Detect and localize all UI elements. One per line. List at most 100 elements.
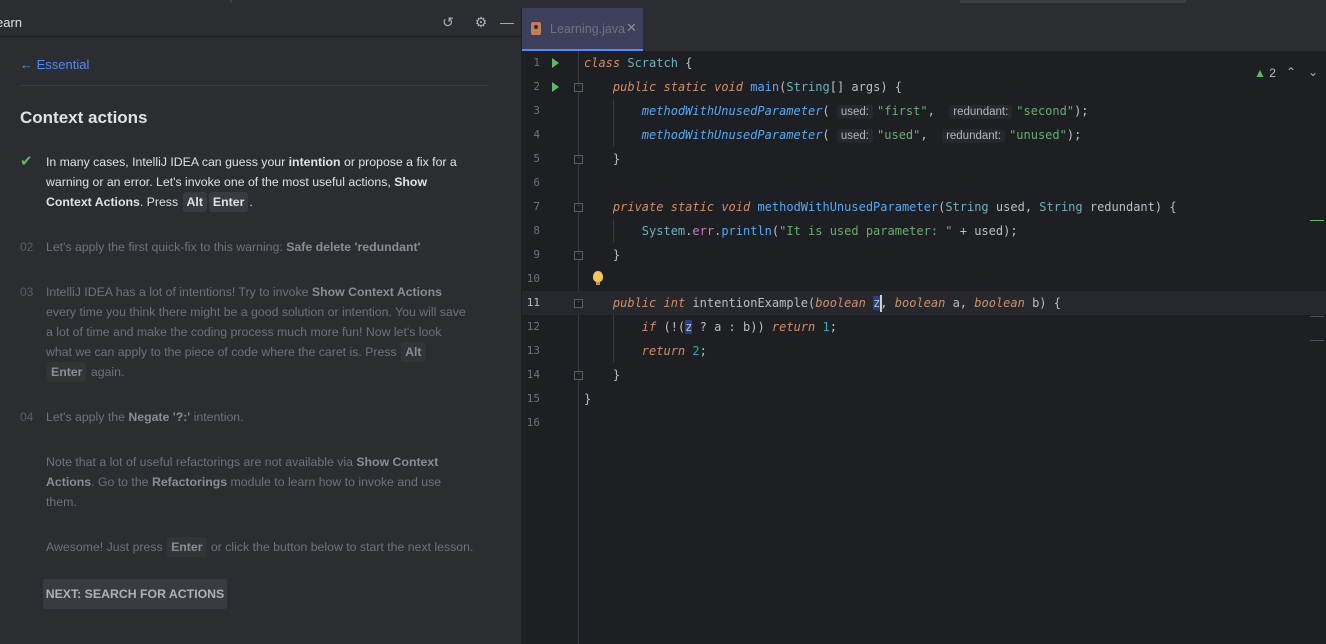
run-icon[interactable] xyxy=(552,58,559,68)
lightbulb-icon[interactable] xyxy=(593,271,603,285)
code-line[interactable]: 12 if (!(z ? a : b)) return 1; xyxy=(522,315,1326,339)
code-token: return xyxy=(641,344,686,358)
reset-icon[interactable]: ↺ xyxy=(439,13,457,31)
step-text: again. xyxy=(87,365,125,379)
code-text: } xyxy=(584,248,621,262)
code-text: return 2; xyxy=(641,344,707,358)
step-bold: Refactorings xyxy=(151,475,228,489)
lesson-step-1: ✔ In many cases, IntelliJ IDEA can guess… xyxy=(20,152,466,212)
checkmark-icon: ✔ xyxy=(20,153,33,170)
line-number: 8 xyxy=(533,224,540,237)
fold-icon[interactable]: - xyxy=(574,83,583,92)
close-icon[interactable]: ✕ xyxy=(626,20,637,36)
fold-icon[interactable]: - xyxy=(574,251,583,260)
code-line[interactable]: 13 return 2; xyxy=(522,339,1326,363)
lesson-step-4: 04 Let's apply the Negate '?:' intention… xyxy=(20,407,466,427)
code-token: class xyxy=(584,56,621,70)
code-line[interactable]: 5 - } xyxy=(522,147,1326,171)
step-text: Let's apply the xyxy=(46,410,129,424)
header-separator xyxy=(20,85,488,86)
code-token: z xyxy=(873,296,881,310)
code-token: static xyxy=(663,80,707,94)
step-bold: intention xyxy=(288,155,341,169)
java-file-icon xyxy=(531,22,541,35)
code-line[interactable]: 8 System.err.println("It is used paramet… xyxy=(522,219,1326,243)
step-number: 03 xyxy=(20,285,34,299)
step-text: . Press xyxy=(139,195,182,209)
editor-tab-bar: Learning.java ✕ xyxy=(522,8,1326,52)
line-number: 10 xyxy=(526,272,540,285)
run-icon[interactable] xyxy=(552,82,559,92)
code-line[interactable]: 2 - public static void main(String[] arg… xyxy=(522,75,1326,99)
learn-panel: earn ↺ ⚙ — ← Essential Context actions ✔… xyxy=(0,8,521,644)
code-token: used xyxy=(995,200,1025,214)
code-token: boolean xyxy=(974,296,1025,310)
code-token: methodWithUnusedParameter xyxy=(757,200,939,214)
code-text: if (!(z ? a : b)) return 1; xyxy=(641,320,837,334)
step-text: intention. xyxy=(190,410,244,424)
code-line[interactable]: 15 } xyxy=(522,387,1326,411)
code-token: String xyxy=(945,200,989,214)
lesson-complete-text: Awesome! Just press Enter or click the b… xyxy=(46,537,486,557)
code-line[interactable]: 14 - } xyxy=(522,363,1326,387)
code-token: return xyxy=(771,320,816,334)
fold-icon[interactable]: - xyxy=(574,203,583,212)
code-line[interactable]: 3 methodWithUnusedParameter( used: "first… xyxy=(522,99,1326,123)
code-token: "unused" xyxy=(1009,128,1067,142)
code-line[interactable]: 7 - private static void methodWithUnused… xyxy=(522,195,1326,219)
line-number: 6 xyxy=(533,176,540,189)
tab-learning-java[interactable]: Learning.java ✕ xyxy=(522,8,643,51)
code-token: err xyxy=(692,224,715,238)
code-line[interactable]: 10 xyxy=(522,267,1326,291)
code-editor[interactable]: Learning.java ✕ ▲ 2 ⌃ ⌄ 1 class Scratch … xyxy=(522,8,1326,644)
code-text: methodWithUnusedParameter( used: "first",… xyxy=(641,104,1089,119)
line-number: 7 xyxy=(533,200,540,213)
code-token: methodWithUnusedParameter xyxy=(641,128,823,142)
code-line[interactable]: 9 - } xyxy=(522,243,1326,267)
parameter-hint: redundant: xyxy=(949,105,1013,119)
step-text: or click the button below to start the n… xyxy=(207,540,474,554)
code-token: int xyxy=(663,296,686,310)
fold-icon[interactable]: - xyxy=(574,371,583,380)
next-lesson-button[interactable]: NEXT: SEARCH FOR ACTIONS xyxy=(43,579,227,609)
step-bold: Negate '?:' xyxy=(128,410,191,424)
code-token: 1 xyxy=(822,320,830,334)
line-number: 16 xyxy=(526,416,540,429)
back-link[interactable]: ← Essential xyxy=(20,57,89,72)
step-text: . Go to the xyxy=(91,475,152,489)
code-text: methodWithUnusedParameter( used: "used", … xyxy=(641,128,1082,143)
code-token: "first" xyxy=(877,104,928,118)
code-text: } xyxy=(584,392,592,406)
code-text: public static void main(String[] args) { xyxy=(612,80,903,94)
code-text: System.err.println("It is used parameter… xyxy=(641,224,1018,238)
code-token: String xyxy=(1039,200,1083,214)
line-number: 13 xyxy=(526,344,540,357)
line-number: 14 xyxy=(526,368,540,381)
fold-icon[interactable]: - xyxy=(574,299,583,308)
learn-header: earn ↺ ⚙ — xyxy=(0,8,521,37)
code-line[interactable]: 16 xyxy=(522,411,1326,435)
gear-icon[interactable]: ⚙ xyxy=(472,13,490,31)
code-line-current[interactable]: 11 - public int intentionExample(boolean… xyxy=(522,291,1326,315)
line-number: 9 xyxy=(533,248,540,261)
code-token: static xyxy=(670,200,715,214)
code-token: "second" xyxy=(1016,104,1075,118)
code-token: private xyxy=(612,200,664,214)
code-token: used xyxy=(974,224,1004,238)
code-line[interactable]: 4 methodWithUnusedParameter( used: "used"… xyxy=(522,123,1326,147)
tab-label: Learning.java xyxy=(550,22,626,36)
code-token: public xyxy=(612,296,657,310)
shortcut-key: Enter xyxy=(47,362,87,382)
step-text: Awesome! Just press xyxy=(46,540,167,554)
parameter-hint: used: xyxy=(836,105,874,119)
code-area[interactable]: ▲ 2 ⌃ ⌄ 1 class Scratch { 2 - public sta… xyxy=(522,51,1326,644)
fold-icon[interactable]: - xyxy=(574,155,583,164)
code-line[interactable]: 6 xyxy=(522,171,1326,195)
code-line[interactable]: 1 class Scratch { xyxy=(522,51,1326,75)
code-token: a xyxy=(714,320,722,334)
step-text: . xyxy=(249,195,253,209)
shortcut-key: Enter xyxy=(167,537,207,557)
code-token: z xyxy=(685,320,693,334)
step-number: 02 xyxy=(20,240,34,254)
minimize-icon[interactable]: — xyxy=(498,13,516,31)
